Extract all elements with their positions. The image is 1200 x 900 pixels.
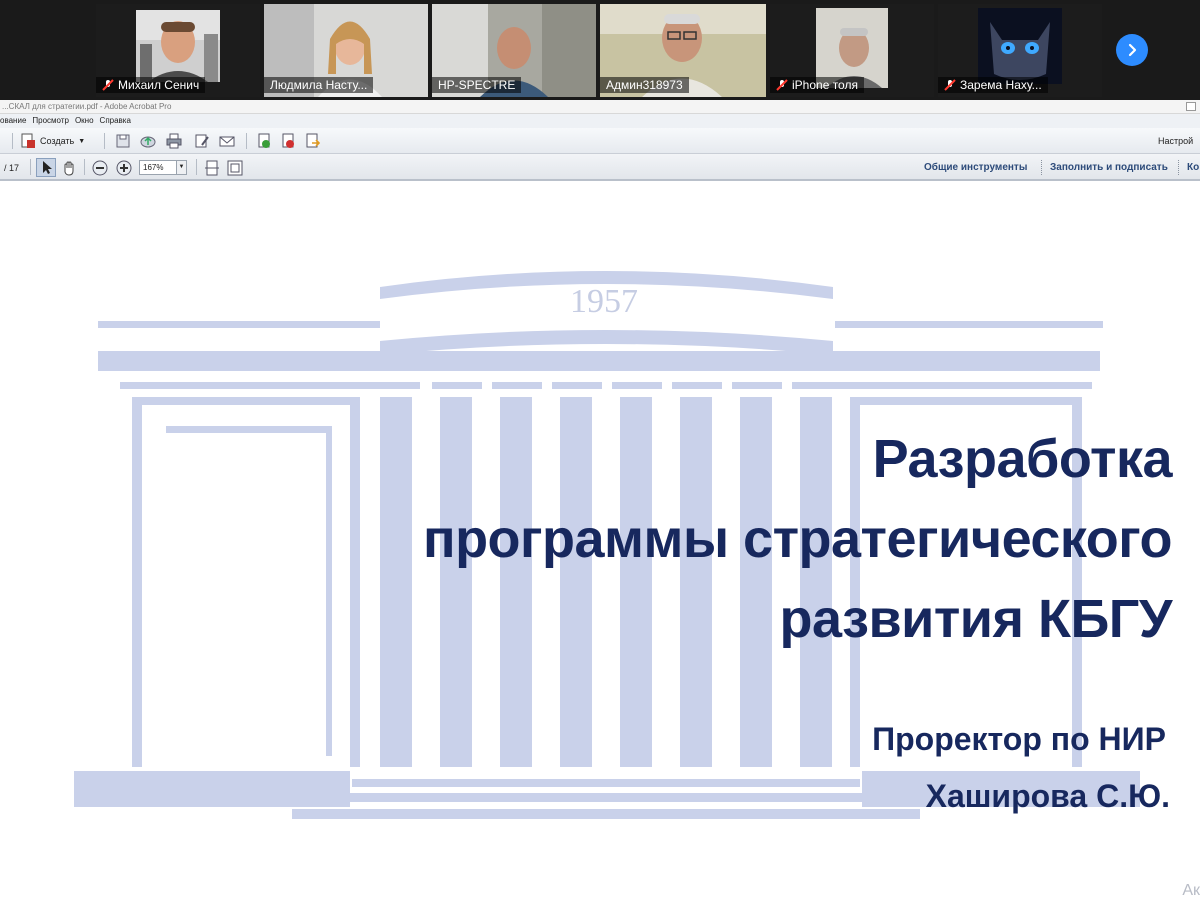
microphone-muted-icon [944, 79, 956, 91]
participant-tile[interactable]: Михаил Сенич [96, 4, 260, 97]
save-icon[interactable] [115, 133, 131, 149]
participant-name-bar: Админ318973 [600, 77, 689, 93]
toolbar-divider [30, 159, 31, 175]
toolbar-divider [196, 159, 197, 175]
year-label: 1957 [570, 283, 638, 320]
participant-name-bar: HP-SPECTRE [432, 77, 522, 93]
comment-pane-link[interactable]: Ко [1187, 162, 1199, 173]
create-pdf-icon [21, 133, 35, 148]
hand-tool-icon[interactable] [61, 160, 77, 176]
microphone-muted-icon [102, 79, 114, 91]
print-icon[interactable] [166, 133, 182, 149]
menu-item-view[interactable]: Просмотр [32, 114, 69, 128]
zoom-level-select[interactable]: 167% ▼ [139, 160, 187, 175]
participant-name: iPhone толя [792, 78, 858, 92]
participant-name-bar: Людмила Насту... [264, 77, 374, 93]
select-tool-button[interactable] [36, 158, 56, 177]
zoom-value: 167% [143, 163, 164, 172]
author-role: Проректор по НИР [872, 721, 1166, 757]
slide-title: Разработка программы стратегического раз… [422, 419, 1173, 659]
next-participants-button[interactable] [1116, 34, 1148, 66]
window-restore-button[interactable] [1186, 102, 1196, 111]
author-name: Хаширова С.Ю. [925, 778, 1170, 814]
export-document-icon[interactable] [304, 133, 320, 149]
slide-title-line: развития КБГУ [779, 589, 1172, 649]
toolbar-divider [12, 133, 13, 149]
fit-page-icon[interactable] [227, 160, 243, 176]
slide-title-line: программы стратегического [422, 509, 1173, 569]
participant-name: Админ318973 [606, 78, 683, 92]
customize-label: Настрой [1158, 136, 1194, 146]
pane-divider [1041, 160, 1042, 175]
zoom-in-icon[interactable] [116, 160, 132, 176]
dropdown-arrow-icon[interactable]: ▼ [176, 161, 186, 174]
dropdown-arrow-icon: ▼ [78, 137, 86, 145]
fit-width-icon[interactable] [204, 160, 220, 176]
main-toolbar: Создать ▼ Настрой [0, 128, 1200, 154]
delete-document-icon[interactable] [280, 133, 296, 149]
window-title: ...СКАЛ для стратегии.pdf - Adobe Acroba… [2, 102, 172, 111]
toolbar-divider [246, 133, 247, 149]
menu-item-edit[interactable]: ование [0, 114, 26, 128]
page-count: / 17 [4, 159, 19, 177]
cloud-upload-icon[interactable] [140, 133, 156, 149]
participant-tile[interactable]: iPhone толя [770, 4, 934, 97]
email-icon[interactable] [219, 133, 235, 149]
participant-name: Людмила Насту... [270, 78, 368, 92]
participant-name: HP-SPECTRE [438, 78, 516, 92]
toolbar-divider [84, 159, 85, 175]
video-strip: Михаил Сенич Людмила Насту... HP-SPECTRE [0, 0, 1200, 100]
participant-tile[interactable]: Людмила Насту... [264, 4, 428, 97]
participant-name: Михаил Сенич [118, 78, 200, 92]
pdf-page: 1957 Разработка программы стратегическог… [0, 183, 1200, 900]
menu-item-help[interactable]: Справка [100, 114, 131, 128]
menu-bar: ование Просмотр Окно Справка [0, 114, 1200, 128]
page-total: / 17 [4, 163, 20, 173]
cursor-arrow-icon [43, 161, 52, 174]
acrobat-window: ...СКАЛ для стратегии.pdf - Adobe Acroba… [0, 100, 1200, 900]
participant-name-bar: iPhone толя [770, 77, 864, 93]
create-label: Создать [40, 136, 75, 146]
participant-tile[interactable]: HP-SPECTRE [432, 4, 596, 97]
participant-name-bar: Михаил Сенич [96, 77, 206, 93]
customize-button[interactable]: Настрой [1158, 132, 1193, 150]
zoom-out-icon[interactable] [92, 160, 108, 176]
toolbar-divider [104, 133, 105, 149]
slide-title-line: Разработка [872, 429, 1173, 489]
window-titlebar: ...СКАЛ для стратегии.pdf - Adobe Acroba… [0, 100, 1200, 114]
participant-name: Зарема Наху... [960, 78, 1042, 92]
edit-document-icon[interactable] [194, 133, 210, 149]
chevron-right-icon [1128, 43, 1137, 57]
create-button[interactable]: Создать ▼ [20, 132, 85, 150]
microphone-muted-icon [776, 79, 788, 91]
participant-name-bar: Зарема Наху... [938, 77, 1048, 93]
tools-pane-link[interactable]: Общие инструменты [924, 162, 1027, 173]
menu-item-window[interactable]: Окно [75, 114, 94, 128]
activation-watermark: Ак [1182, 882, 1200, 899]
participant-tile-active-speaker[interactable]: Админ318973 [600, 4, 766, 97]
participant-tile[interactable]: Зарема Наху... [938, 4, 1102, 97]
pane-divider [1178, 160, 1179, 175]
recycle-document-icon[interactable] [256, 133, 272, 149]
fill-sign-pane-link[interactable]: Заполнить и подписать [1050, 162, 1168, 173]
navigation-toolbar: / 17 167% ▼ Общие инструменты Заполнить … [0, 154, 1200, 181]
